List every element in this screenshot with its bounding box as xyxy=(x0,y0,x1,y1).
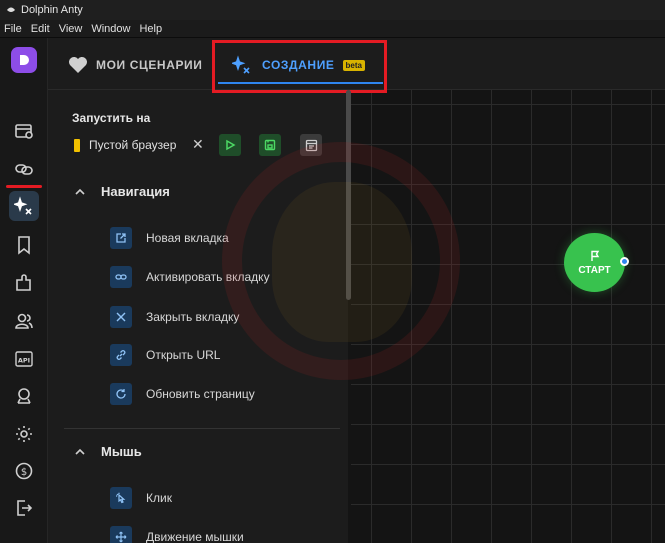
window-title: Dolphin Anty xyxy=(21,4,83,16)
block-open-url[interactable]: Открыть URL xyxy=(110,344,220,366)
block-label: Движение мышки xyxy=(146,530,244,543)
run-button[interactable] xyxy=(219,134,241,156)
heart-icon xyxy=(69,57,87,73)
scenarios-icon[interactable] xyxy=(9,191,39,221)
save-button[interactable] xyxy=(259,134,281,156)
settings-icon[interactable] xyxy=(9,419,39,449)
title-bar: Dolphin Anty xyxy=(0,0,665,20)
chain-link-icon xyxy=(110,344,132,366)
block-label: Открыть URL xyxy=(146,348,221,362)
section-navigation[interactable]: Навигация xyxy=(74,184,170,199)
section-navigation-title: Навигация xyxy=(101,184,170,199)
svg-text:$: $ xyxy=(21,467,27,478)
menu-edit[interactable]: Edit xyxy=(31,23,50,35)
browser-select-label: Пустой браузер xyxy=(89,138,177,152)
external-link-icon xyxy=(110,227,132,249)
menu-file[interactable]: File xyxy=(4,23,22,35)
chevron-up-icon xyxy=(74,446,88,458)
save-icon xyxy=(264,139,276,151)
clear-browser-button[interactable]: ✕ xyxy=(192,136,204,153)
sidebar-active-underline xyxy=(6,185,42,188)
browser-color-marker xyxy=(74,138,80,152)
block-label: Закрыть вкладку xyxy=(146,310,240,324)
logout-icon[interactable] xyxy=(9,493,39,523)
extensions-icon[interactable] xyxy=(9,268,39,298)
tab-my-scenarios-label: МОИ СЦЕНАРИИ xyxy=(96,58,203,72)
link-icon xyxy=(110,266,132,288)
app-logo-icon xyxy=(4,4,17,17)
dolphin-logo-icon[interactable] xyxy=(11,47,37,73)
billing-icon[interactable]: $ xyxy=(9,456,39,486)
menu-view[interactable]: View xyxy=(59,23,83,35)
refresh-icon xyxy=(110,383,132,405)
links-icon[interactable] xyxy=(9,154,39,184)
start-node-port[interactable] xyxy=(620,257,629,266)
pointer-click-icon xyxy=(110,487,132,509)
start-node-label: СТАРТ xyxy=(578,264,611,276)
chevron-up-icon xyxy=(74,186,88,198)
menu-bar: File Edit View Window Help xyxy=(0,20,665,38)
browser-profiles-icon[interactable] xyxy=(9,116,39,146)
block-close-tab[interactable]: Закрыть вкладку xyxy=(110,306,239,328)
flag-icon xyxy=(590,250,599,261)
block-click[interactable]: Клик xyxy=(110,487,172,509)
block-new-tab[interactable]: Новая вкладка xyxy=(110,227,229,249)
bookmark-icon[interactable] xyxy=(9,230,39,260)
section-mouse-title: Мышь xyxy=(101,444,142,459)
highlight-box xyxy=(212,40,387,93)
tab-my-scenarios[interactable]: МОИ СЦЕНАРИИ xyxy=(68,54,203,76)
svg-text:API: API xyxy=(18,357,30,365)
users-icon[interactable] xyxy=(9,306,39,336)
run-on-label: Запустить на xyxy=(72,111,151,125)
sidebar: API $ xyxy=(0,38,48,543)
browser-select[interactable]: Пустой браузер xyxy=(74,138,176,152)
section-divider xyxy=(64,428,340,429)
close-icon xyxy=(110,306,132,328)
menu-help[interactable]: Help xyxy=(139,23,162,35)
block-mouse-move[interactable]: Движение мышки xyxy=(110,526,244,543)
remote-icon[interactable] xyxy=(9,381,39,411)
block-label: Новая вкладка xyxy=(146,231,229,245)
block-reload-page[interactable]: Обновить страницу xyxy=(110,383,255,405)
move-icon xyxy=(110,526,132,543)
block-label: Обновить страницу xyxy=(146,387,255,401)
watermark-logo xyxy=(222,142,460,380)
menu-window[interactable]: Window xyxy=(91,23,130,35)
play-icon xyxy=(226,139,236,151)
block-label: Клик xyxy=(146,491,172,505)
start-node[interactable]: СТАРТ xyxy=(564,233,625,292)
api-icon[interactable]: API xyxy=(9,344,39,374)
section-mouse[interactable]: Мышь xyxy=(74,444,142,459)
